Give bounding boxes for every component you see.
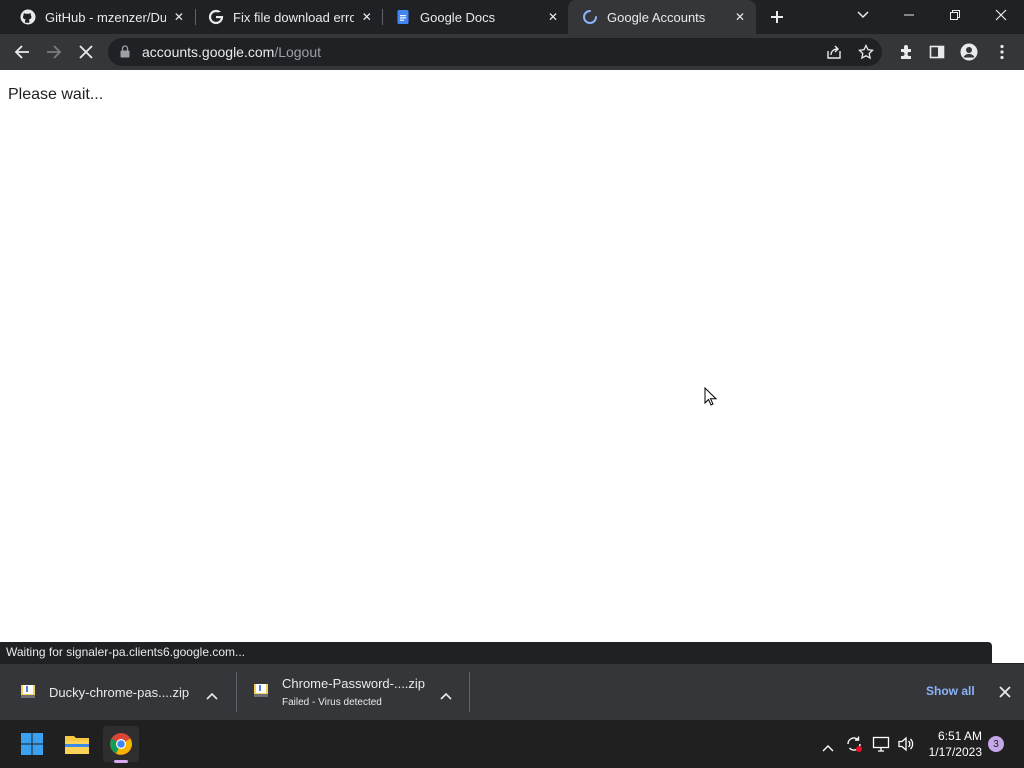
tab-search-button[interactable] [850, 4, 876, 26]
plus-icon [771, 11, 783, 23]
volume-icon[interactable] [897, 735, 915, 758]
clock-time[interactable]: 6:51 AM [926, 729, 982, 743]
loading-spinner-icon [582, 9, 598, 25]
folder-icon [65, 736, 89, 754]
close-tab-icon[interactable]: ✕ [545, 9, 561, 25]
google-docs-icon [395, 9, 411, 25]
address-bar-url: accounts.google.com/Logout [142, 44, 321, 60]
stop-loading-button[interactable] [72, 38, 100, 66]
status-bubble: Waiting for signaler-pa.clients6.google.… [0, 642, 992, 663]
profile-icon [960, 43, 978, 61]
download-filename: Ducky-chrome-pas....zip [49, 685, 190, 700]
close-tab-icon[interactable]: ✕ [360, 9, 374, 25]
share-icon[interactable] [826, 44, 842, 65]
tab-google-docs[interactable]: Google Docs ✕ [381, 0, 569, 34]
chevron-up-icon[interactable] [440, 687, 452, 705]
more-vert-icon [1000, 44, 1004, 60]
arrow-left-icon [14, 45, 29, 59]
profile-button[interactable] [955, 38, 983, 66]
lock-icon[interactable] [120, 45, 130, 63]
close-window-button[interactable] [978, 0, 1024, 30]
close-shelf-button[interactable] [999, 685, 1011, 703]
side-panel-icon [929, 45, 945, 59]
url-path: /Logout [274, 44, 322, 60]
close-icon [999, 686, 1011, 698]
tab-title: Google Docs [420, 9, 496, 25]
restore-icon [950, 10, 960, 20]
windows-logo-icon [21, 733, 43, 755]
chrome-icon [110, 733, 132, 755]
sync-icon[interactable] [845, 735, 863, 758]
page-content: Please wait... [0, 70, 1024, 642]
tab-title: Fix file download errors [233, 9, 354, 25]
tab-github[interactable]: GitHub - mzenzer/Duck ✕ [6, 0, 194, 34]
url-host: accounts.google.com [142, 44, 275, 60]
zip-file-icon [20, 684, 36, 705]
chevron-up-icon[interactable] [206, 687, 218, 705]
mouse-cursor-icon [704, 387, 718, 406]
back-button[interactable] [8, 38, 36, 66]
download-item[interactable]: Chrome-Password-....zip Failed - Virus d… [237, 664, 469, 720]
google-icon [208, 9, 224, 25]
address-bar[interactable]: accounts.google.com/Logout [108, 38, 882, 66]
browser-toolbar: accounts.google.com/Logout [0, 34, 1024, 70]
close-icon [79, 45, 93, 59]
chevron-up-icon[interactable] [822, 739, 834, 757]
clock-date[interactable]: 1/17/2023 [920, 745, 982, 759]
bookmark-star-icon[interactable] [857, 43, 875, 65]
restore-button[interactable] [932, 0, 978, 30]
download-filename: Chrome-Password-....zip [282, 676, 426, 691]
start-button[interactable] [14, 726, 50, 762]
chrome-taskbar-button[interactable] [103, 726, 139, 763]
status-text: Waiting for signaler-pa.clients6.google.… [6, 645, 246, 659]
close-icon [995, 9, 1007, 21]
tab-title: GitHub - mzenzer/Duck [45, 9, 166, 25]
extensions-button[interactable] [892, 38, 920, 66]
minimize-icon [904, 14, 914, 16]
notification-badge[interactable]: 3 [988, 736, 1004, 752]
minimize-button[interactable] [886, 0, 932, 30]
network-icon[interactable] [872, 735, 890, 758]
close-tab-icon[interactable]: ✕ [732, 9, 748, 25]
please-wait-text: Please wait... [8, 86, 104, 103]
github-icon [20, 9, 36, 25]
side-panel-button[interactable] [923, 38, 951, 66]
tab-google-accounts[interactable]: Google Accounts ✕ [568, 0, 756, 34]
menu-button[interactable] [988, 38, 1016, 66]
show-all-downloads-link[interactable]: Show all [926, 684, 975, 698]
chevron-down-icon [857, 11, 869, 19]
zip-file-icon [253, 683, 269, 704]
download-item[interactable]: Ducky-chrome-pas....zip [0, 664, 236, 720]
new-tab-button[interactable] [764, 4, 790, 30]
windows-taskbar: 6:51 AM 1/17/2023 3 [0, 720, 1024, 768]
download-shelf: Ducky-chrome-pas....zip Chrome-Password-… [0, 663, 1024, 720]
title-bar: GitHub - mzenzer/Duck ✕ Fix file downloa… [0, 0, 1024, 34]
tab-title: Google Accounts [607, 9, 706, 25]
close-tab-icon[interactable]: ✕ [172, 9, 186, 25]
file-explorer-button[interactable] [59, 726, 95, 762]
puzzle-icon [901, 45, 911, 59]
download-status: Failed - Virus detected [282, 697, 382, 708]
arrow-right-icon [47, 45, 62, 59]
active-app-indicator [114, 760, 128, 763]
forward-button[interactable] [40, 38, 68, 66]
tab-fix-download-errors[interactable]: Fix file download errors ✕ [194, 0, 382, 34]
